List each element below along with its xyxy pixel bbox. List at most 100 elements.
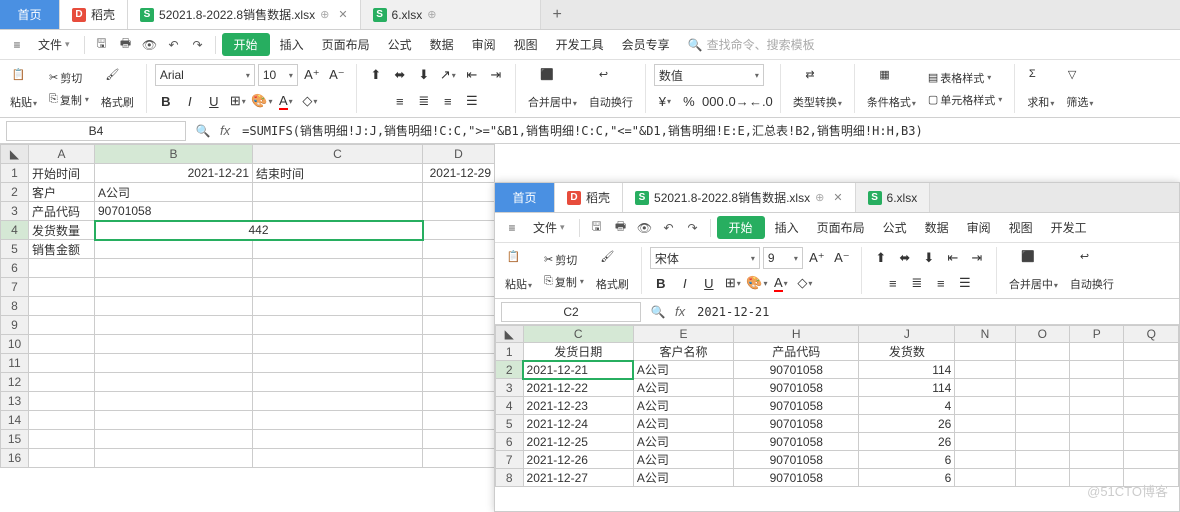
cut-button[interactable]: ✂剪切 [45,68,93,88]
col-header[interactable]: P [1070,326,1124,343]
align-right-icon[interactable]: ≡ [930,272,952,294]
menu-view[interactable]: 视图 [506,33,546,56]
tab-file-2[interactable]: S6.xlsx⊕ [361,0,541,29]
justify-icon[interactable]: ☰ [954,272,976,294]
cell[interactable]: 2021-12-27 [523,469,633,487]
menu-insert[interactable]: 插入 [767,216,807,239]
spreadsheet-grid-right[interactable]: ◣CEHJNOPQ 1发货日期客户名称产品代码发货数 2 2021-12-21 … [495,325,1179,487]
cell[interactable]: 90701058 [734,397,859,415]
cell[interactable] [253,240,423,259]
col-header[interactable]: O [1015,326,1069,343]
indent-right-icon[interactable]: ⇥ [485,64,507,86]
row-header[interactable]: 7 [496,451,524,469]
cell[interactable]: 2021-12-21 [95,164,253,183]
cell[interactable]: 2021-12-21 [523,361,633,379]
row-header[interactable]: 11 [1,354,29,373]
cell[interactable]: 2021-12-23 [523,397,633,415]
menu-dev[interactable]: 开发工 [1043,216,1095,239]
select-all-corner[interactable]: ◣ [1,145,29,164]
tab-file-1[interactable]: S52021.8-2022.8销售数据.xlsx⊕✕ [623,183,856,212]
print-icon[interactable]: 🖶 [610,217,632,239]
align-left-icon[interactable]: ≡ [389,90,411,112]
cell[interactable]: 90701058 [734,415,859,433]
undo-icon[interactable]: ↶ [658,217,680,239]
col-header[interactable]: E [633,326,733,343]
formula-input[interactable]: =SUMIFS(销售明细!J:J,销售明细!C:C,">="&B1,销售明细!C… [236,122,1180,139]
select-all-corner[interactable]: ◣ [496,326,524,343]
menu-member[interactable]: 会员专享 [614,33,678,56]
col-header[interactable]: N [955,326,1015,343]
italic-button[interactable]: I [674,272,696,294]
align-right-icon[interactable]: ≡ [437,90,459,112]
cell[interactable]: A公司 [633,415,733,433]
cell[interactable]: 发货日期 [523,343,633,361]
tab-daoke[interactable]: D稻壳 [555,183,623,212]
cell[interactable]: A公司 [95,183,253,202]
cell[interactable]: 90701058 [95,202,253,221]
font-family-select[interactable]: 宋体▾ [650,247,760,269]
row-header[interactable]: 6 [1,259,29,278]
row-header[interactable]: 15 [1,430,29,449]
border-button[interactable]: ⊞▾ [722,272,744,294]
cell[interactable]: 客户名称 [633,343,733,361]
col-header-A[interactable]: A [29,145,95,164]
undo-icon[interactable]: ↶ [163,34,185,56]
cell[interactable]: 26 [859,415,955,433]
cell[interactable]: 客户 [29,183,95,202]
cell-selected[interactable]: 442 [95,221,423,240]
orientation-icon[interactable]: ↗▾ [437,64,459,86]
redo-icon[interactable]: ↷ [682,217,704,239]
search-icon[interactable]: 🔍 [192,120,214,142]
format-painter-button[interactable]: 🖌格式刷 [592,248,633,294]
cell[interactable]: A公司 [633,469,733,487]
row-header[interactable]: 10 [1,335,29,354]
cell[interactable] [423,221,495,240]
menu-layout[interactable]: 页面布局 [314,33,378,56]
font-size-select[interactable]: 10▾ [258,64,298,86]
align-bottom-icon[interactable]: ⬇ [918,247,940,269]
pin-icon[interactable]: ⊕ [815,191,824,204]
menu-review[interactable]: 审阅 [959,216,999,239]
border-button[interactable]: ⊞▾ [227,90,249,112]
save-icon[interactable]: 🖫 [586,217,608,239]
cell[interactable]: 90701058 [734,361,859,379]
table-style-button[interactable]: ▤表格样式▾ [924,68,1006,88]
bold-button[interactable]: B [650,272,672,294]
cell[interactable] [253,202,423,221]
cell[interactable] [423,240,495,259]
paste-button[interactable]: 📋粘贴▾ [501,248,536,294]
col-header-C[interactable]: C [253,145,423,164]
row-header[interactable]: 5 [1,240,29,259]
row-header[interactable]: 16 [1,449,29,468]
cell[interactable]: 2021-12-25 [523,433,633,451]
decrease-decimal-icon[interactable]: ←.0 [750,90,772,112]
comma-button[interactable]: 000 [702,90,724,112]
copy-button[interactable]: ⎘复制▾ [45,90,93,110]
row-header[interactable]: 4 [1,221,29,240]
menu-formula[interactable]: 公式 [875,216,915,239]
close-icon[interactable]: ✕ [833,191,842,204]
cell[interactable]: 26 [859,433,955,451]
cell-style-button[interactable]: ▢单元格样式▾ [924,90,1006,110]
cell[interactable]: A公司 [633,361,733,379]
row-header[interactable]: 3 [496,379,524,397]
cell[interactable]: 2021-12-26 [523,451,633,469]
auto-wrap-button[interactable]: ↩自动换行 [1066,248,1118,294]
search-commands[interactable]: 🔍查找命令、搜索模板 [688,36,815,53]
paste-button[interactable]: 📋粘贴▾ [6,66,41,112]
row-header[interactable]: 5 [496,415,524,433]
cell[interactable]: 90701058 [734,469,859,487]
cut-button[interactable]: ✂剪切 [540,250,588,270]
copy-button[interactable]: ⎘复制▾ [540,272,588,292]
tab-file-2[interactable]: S6.xlsx [856,183,931,212]
cell[interactable]: 114 [859,361,955,379]
merge-center-button[interactable]: ⬛合并居中▾ [1005,248,1062,294]
save-icon[interactable]: 🖫 [91,34,113,56]
align-center-icon[interactable]: ≣ [906,272,928,294]
filter-button[interactable]: ▽筛选▾ [1062,66,1097,112]
align-left-icon[interactable]: ≡ [882,272,904,294]
cell[interactable]: 2021-12-24 [523,415,633,433]
align-bottom-icon[interactable]: ⬇ [413,64,435,86]
pin-icon[interactable]: ⊕ [320,8,329,21]
cell[interactable] [95,240,253,259]
